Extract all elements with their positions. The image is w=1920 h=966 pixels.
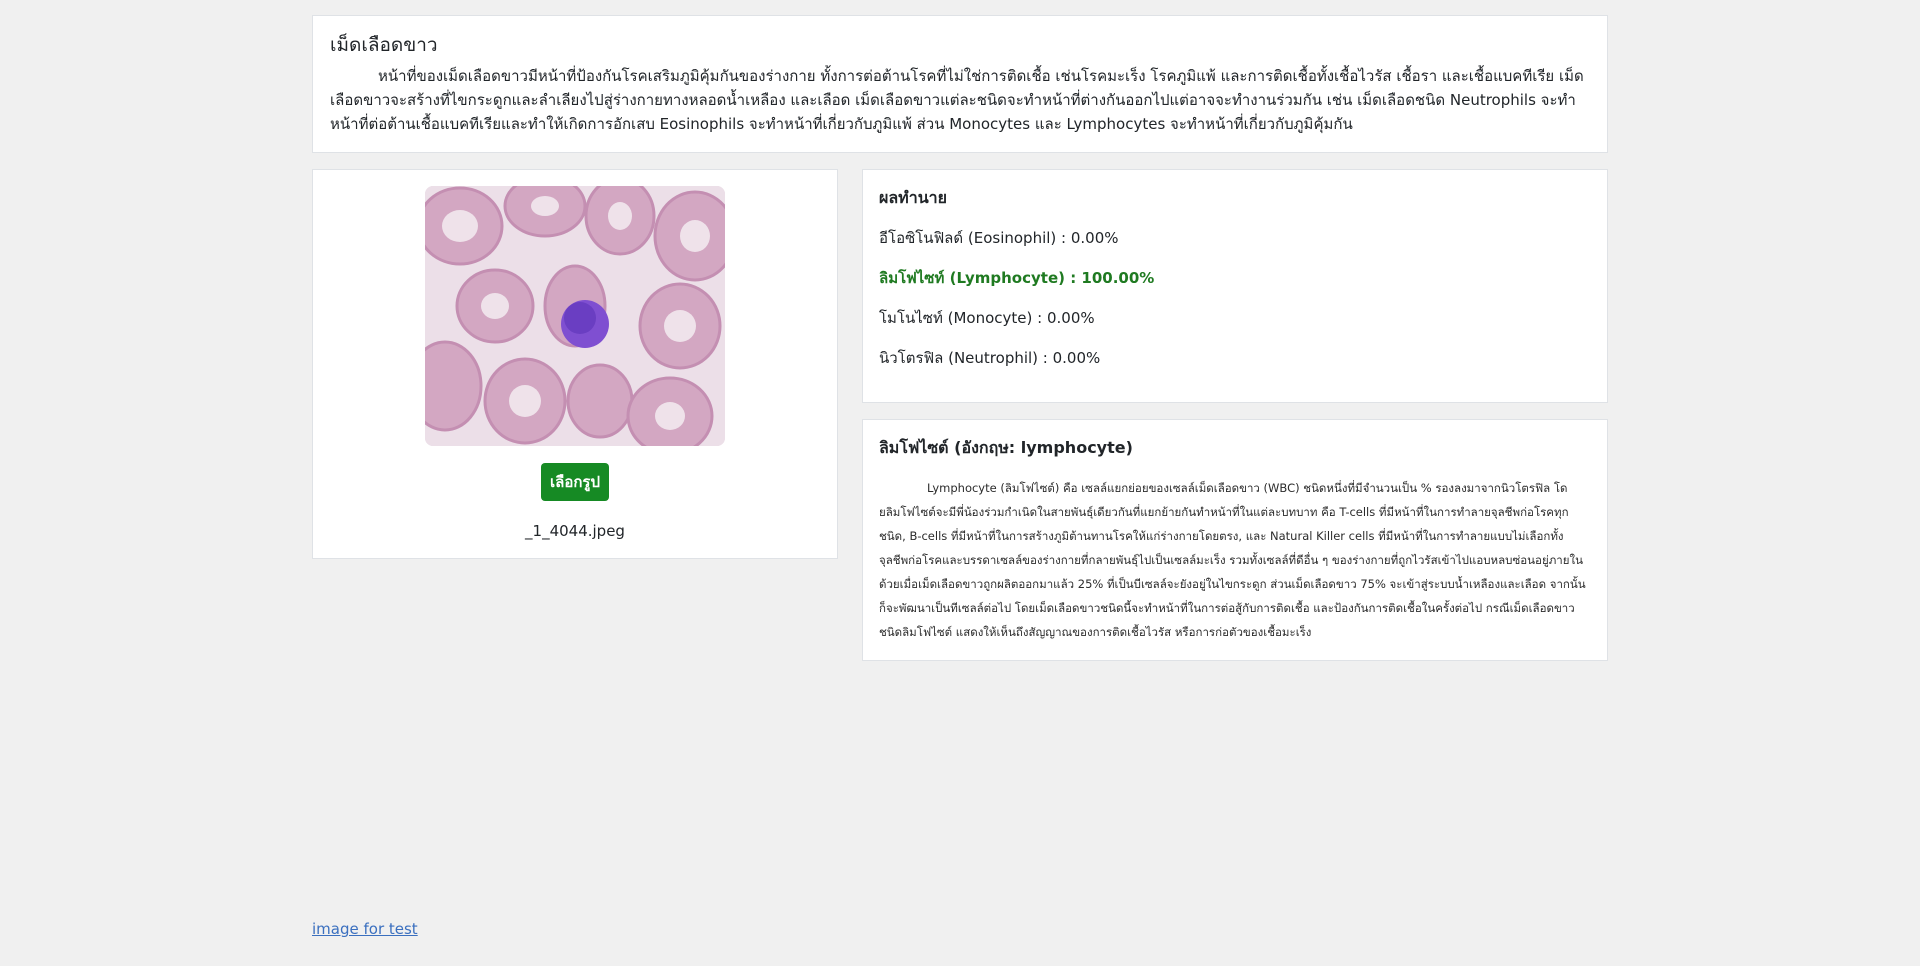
prediction-neutrophil: นิวโตรฟิล (Neutrophil) : 0.00% xyxy=(879,349,1101,367)
intro-card: เม็ดเลือดขาว หน้าที่ของเม็ดเลือดขาวมีหน้… xyxy=(312,15,1608,153)
select-image-button[interactable]: เลือกรูป xyxy=(541,463,609,501)
intro-title: เม็ดเลือดขาว xyxy=(330,34,438,56)
prediction-monocyte: โมโนไซท์ (Monocyte) : 0.00% xyxy=(879,309,1095,327)
intro-body: หน้าที่ของเม็ดเลือดขาวมีหน้าที่ป้องกันโร… xyxy=(330,67,1584,133)
file-name: _1_4044.jpeg xyxy=(525,522,625,540)
prediction-eosinophil: อีโอซิโนฟิลด์ (Eosinophil) : 0.00% xyxy=(879,229,1119,247)
cell-info-title: ลิมโฟไซต์ (อังกฤษ: lymphocyte) xyxy=(879,438,1133,457)
prediction-title: ผลทำนาย xyxy=(879,188,948,207)
prediction-card: ผลทำนาย อีโอซิโนฟิลด์ (Eosinophil) : 0.0… xyxy=(862,169,1608,403)
image-for-test-link[interactable]: image for test xyxy=(312,920,418,938)
blood-smear-image xyxy=(425,186,725,446)
prediction-lymphocyte: ลิมโฟไซท์ (Lymphocyte) : 100.00% xyxy=(879,269,1155,287)
cell-info-card: ลิมโฟไซต์ (อังกฤษ: lymphocyte) Lymphocyt… xyxy=(862,419,1608,661)
cell-info-body: Lymphocyte (ลิมโฟไซต์) คือ เซลล์แยกย่อยข… xyxy=(879,481,1586,639)
image-card: เลือกรูป _1_4044.jpeg xyxy=(312,169,838,559)
